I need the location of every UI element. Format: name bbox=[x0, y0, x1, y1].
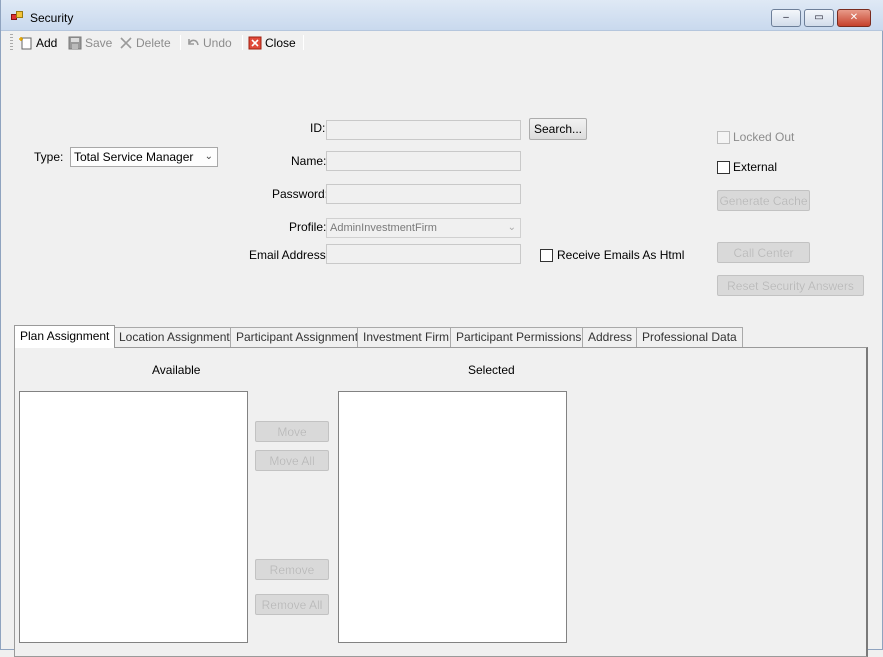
chevron-down-icon: ⌄ bbox=[507, 222, 516, 233]
selected-heading: Selected bbox=[468, 363, 515, 377]
delete-button[interactable]: Delete bbox=[119, 34, 171, 51]
profile-select: AdminInvestmentFirm ⌄ bbox=[326, 218, 521, 238]
tab-participant-assignment[interactable]: Participant Assignment bbox=[230, 327, 365, 347]
floppy-disk-icon bbox=[68, 36, 82, 50]
tab-plan-assignment[interactable]: Plan Assignment bbox=[14, 325, 116, 348]
tab-participant-permissions[interactable]: Participant Permissions bbox=[450, 327, 588, 347]
search-button[interactable]: Search... bbox=[529, 118, 587, 140]
tab-professional-data[interactable]: Professional Data bbox=[636, 327, 743, 347]
add-document-icon bbox=[19, 36, 33, 50]
receive-html-label: Receive Emails As Html bbox=[557, 248, 685, 262]
plan-assignment-panel: Available Selected Move Move All Remove … bbox=[14, 347, 868, 657]
save-label: Save bbox=[85, 35, 113, 50]
minimize-button[interactable]: ‒ bbox=[771, 9, 801, 27]
name-label: Name: bbox=[291, 154, 327, 168]
undo-label: Undo bbox=[203, 35, 232, 50]
id-label: ID: bbox=[310, 121, 326, 135]
generate-cache-button: Generate Cache bbox=[717, 190, 810, 211]
available-heading: Available bbox=[152, 363, 201, 377]
tab-location-assignment[interactable]: Location Assignment bbox=[113, 327, 236, 347]
tab-address[interactable]: Address bbox=[582, 327, 639, 347]
title-bar[interactable]: Security ‒ ▭ ✕ bbox=[1, 0, 883, 31]
remove-all-button: Remove All bbox=[255, 594, 329, 615]
email-field bbox=[326, 244, 521, 264]
close-window-button[interactable]: ✕ bbox=[837, 9, 871, 27]
type-value: Total Service Manager bbox=[74, 150, 194, 164]
maximize-button[interactable]: ▭ bbox=[804, 9, 834, 27]
move-all-button: Move All bbox=[255, 450, 329, 471]
app-icon bbox=[11, 11, 23, 23]
locked-out-label: Locked Out bbox=[733, 130, 795, 144]
x-delete-icon bbox=[119, 36, 133, 50]
email-label: Email Address: bbox=[249, 248, 330, 262]
name-field bbox=[326, 151, 521, 171]
chevron-down-icon: ⌄ bbox=[204, 151, 213, 162]
type-select[interactable]: Total Service Manager ⌄ bbox=[70, 147, 218, 167]
undo-button[interactable]: Undo bbox=[186, 34, 232, 51]
available-listbox[interactable] bbox=[19, 391, 248, 643]
toolbar-separator bbox=[303, 35, 304, 50]
delete-label: Delete bbox=[136, 35, 171, 50]
add-button[interactable]: Add bbox=[19, 34, 57, 51]
window-title: Security bbox=[30, 11, 74, 25]
close-button[interactable]: Close bbox=[248, 34, 296, 51]
external-label: External bbox=[733, 160, 778, 174]
tab-investment-firm[interactable]: Investment Firm bbox=[357, 327, 456, 347]
type-label: Type: bbox=[34, 150, 64, 164]
remove-button: Remove bbox=[255, 559, 329, 580]
security-window: Security ‒ ▭ ✕ Add Save Delete Undo Clos… bbox=[0, 0, 883, 657]
toolbar: Add Save Delete Undo Close bbox=[7, 31, 877, 53]
profile-label: Profile: bbox=[289, 220, 327, 234]
password-label: Password: bbox=[272, 187, 329, 201]
add-label: Add bbox=[36, 35, 58, 50]
close-label: Close bbox=[265, 35, 296, 50]
toolbar-separator bbox=[242, 35, 243, 50]
selected-listbox[interactable] bbox=[338, 391, 567, 643]
locked-out-checkbox bbox=[717, 131, 730, 144]
password-field bbox=[326, 184, 521, 204]
toolbar-grip[interactable] bbox=[10, 34, 13, 50]
undo-arrow-icon bbox=[186, 36, 200, 50]
call-center-button: Call Center bbox=[717, 242, 810, 263]
save-button[interactable]: Save bbox=[68, 34, 112, 51]
profile-value: AdminInvestmentFirm bbox=[330, 222, 437, 234]
id-field bbox=[326, 120, 521, 140]
receive-html-checkbox[interactable] bbox=[540, 249, 553, 262]
move-button: Move bbox=[255, 421, 329, 442]
red-close-icon bbox=[248, 36, 262, 50]
toolbar-separator bbox=[180, 35, 181, 50]
reset-security-answers-button: Reset Security Answers bbox=[717, 275, 864, 296]
external-checkbox[interactable] bbox=[717, 161, 730, 174]
